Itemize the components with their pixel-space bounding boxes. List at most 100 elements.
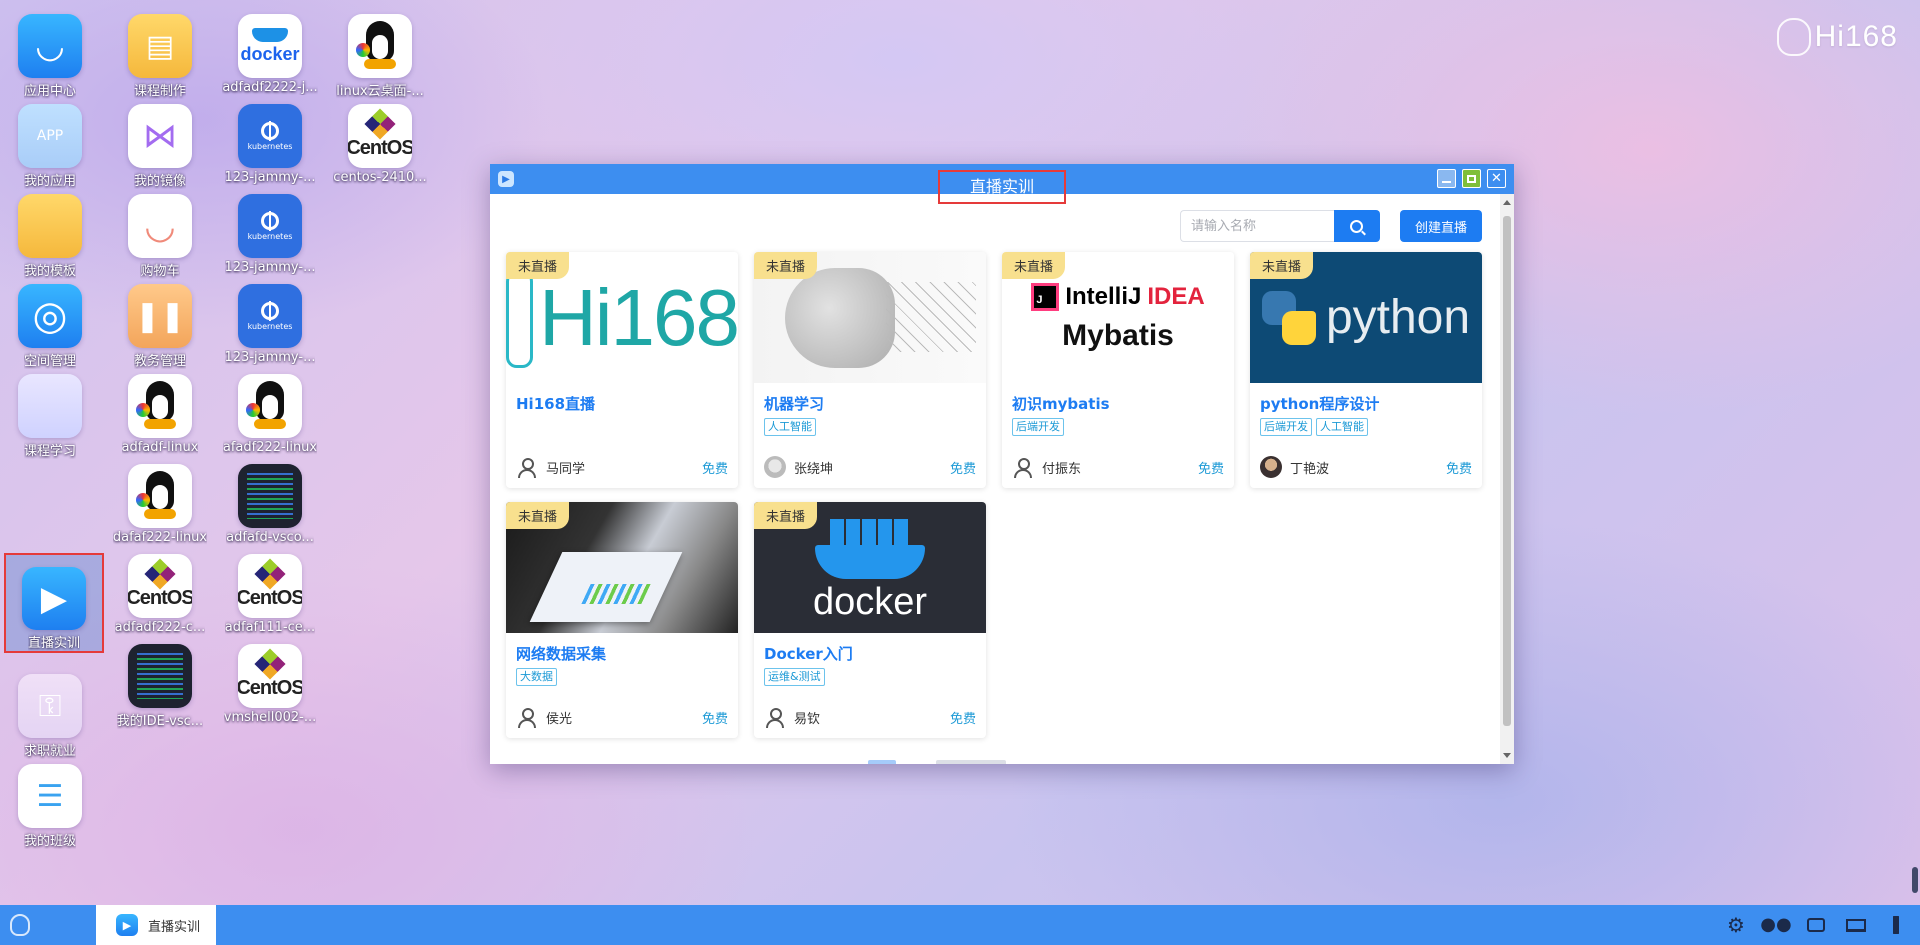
monitor-icon[interactable] <box>1844 913 1868 937</box>
scrollbar-thumb[interactable] <box>1503 216 1511 726</box>
desktop-icon-vm-vmshell002[interactable]: CentOS vmshell002-... <box>220 630 320 730</box>
desktop-icon-job-search[interactable]: ⚿ 求职就业 <box>0 660 100 760</box>
user-avatar-icon <box>1012 456 1034 478</box>
desktop-icon-vm-adfadf-linux[interactable]: adfadf-linux <box>110 360 210 460</box>
desktop-icon-live-training[interactable]: ▶ 直播实训 <box>4 553 104 653</box>
course-card[interactable]: 未直播 J IntelliJ IDEA Mybatis 初识mybatis 后端… <box>1002 252 1234 488</box>
course-tags: 大数据 <box>516 668 738 686</box>
course-card[interactable]: 未直播 机器学习 人工智能 张绕坤 免费 <box>754 252 986 488</box>
pagination-current[interactable] <box>868 760 896 764</box>
desktop-icon-vm-123-jammy-2[interactable]: kubernetes 123-jammy-... <box>220 180 320 280</box>
course-card[interactable]: 未直播 网络数据采集 大数据 侯光 免费 <box>506 502 738 738</box>
course-title[interactable]: Docker入门 <box>764 643 986 664</box>
teacher-info: 丁艳波 <box>1260 456 1329 478</box>
scroll-down-icon[interactable] <box>1503 753 1511 758</box>
course-cover-image: 未直播 J IntelliJ IDEA Mybatis <box>1002 252 1234 383</box>
desktop-icon-course-making[interactable]: ▤ 课程制作 <box>110 0 210 100</box>
course-footer: 马同学 免费 <box>516 456 728 478</box>
desktop-icon-app-center[interactable]: ◡ 应用中心 <box>0 0 100 100</box>
teacher-name: 马同学 <box>546 461 586 477</box>
settings-icon[interactable]: ⚙ <box>1724 913 1748 937</box>
linux-tux-icon <box>348 14 412 78</box>
teacher-name: 付振东 <box>1042 461 1082 477</box>
scroll-up-icon[interactable] <box>1503 200 1511 205</box>
course-title[interactable]: 网络数据采集 <box>516 643 738 664</box>
chat-icon[interactable] <box>1804 913 1828 937</box>
desktop-icon-label: vmshell002-... <box>223 710 317 725</box>
desktop-icon-vm-adfadf2222-j[interactable]: docker adfadf2222-j... <box>220 0 320 100</box>
course-tags: 人工智能 <box>764 418 986 436</box>
desktop-icon-label: 我的班级 <box>23 834 76 849</box>
course-grid: 未直播 Hi168 Hi168直播 马同学 免费 未直播 机器学习 人工智能 张… <box>506 252 1500 738</box>
wechat-icon[interactable]: ●● <box>1760 913 1791 937</box>
teacher-avatar <box>764 456 786 478</box>
desktop-icon-my-class[interactable]: ☰ 我的班级 <box>0 750 100 850</box>
desktop-icon-vm-123-jammy-3[interactable]: kubernetes 123-jammy-... <box>220 270 320 370</box>
taskbar: ▶ 直播实训 ⚙ ●● <box>0 905 1920 945</box>
desktop-icon-vm-centos-2410[interactable]: CentOS centos-2410... <box>330 90 430 190</box>
course-price: 免费 <box>949 711 976 727</box>
desktop-icon-vm-dafaf222-linux[interactable]: dafaf222-linux <box>110 450 210 550</box>
live-play-icon: ▶ <box>498 171 514 187</box>
centos-icon: CentOS <box>238 554 302 618</box>
desktop-icon-vm-adfafd-vscode[interactable]: adfafd-vsco... <box>220 450 320 550</box>
minimize-button[interactable] <box>1437 169 1456 188</box>
maximize-button[interactable] <box>1462 169 1481 188</box>
course-price: 免费 <box>949 461 976 477</box>
course-card[interactable]: 未直播 Hi168 Hi168直播 马同学 免费 <box>506 252 738 488</box>
course-card[interactable]: 未直播 docker Docker入门 运维&测试 易钦 免费 <box>754 502 986 738</box>
desktop-icon-vm-adfadf222-centos[interactable]: CentOS adfadf222-c... <box>110 540 210 640</box>
desktop-icon-my-mirror[interactable]: ⋈ 我的镜像 <box>110 90 210 190</box>
scroll-handle-icon[interactable] <box>1884 913 1908 937</box>
desktop-icon-vm-linux-cloud-desktop[interactable]: linux云桌面-... <box>330 0 430 100</box>
vertical-scrollbar[interactable] <box>1500 194 1514 764</box>
desktop-icon-course-study[interactable]: 课程学习 <box>0 360 100 460</box>
system-tray: ⚙ ●● <box>1724 913 1920 937</box>
teacher-info: 张绕坤 <box>764 456 833 478</box>
course-title[interactable]: Hi168直播 <box>516 393 738 414</box>
course-price: 免费 <box>1197 461 1224 477</box>
desktop-icon-vm-adfaf111-centos[interactable]: CentOS adfaf111-ce... <box>220 540 320 640</box>
close-button[interactable]: ✕ <box>1487 169 1506 188</box>
code-editor-icon <box>238 464 302 528</box>
teacher-name: 丁艳波 <box>1290 461 1330 477</box>
teacher-avatar <box>1260 456 1282 478</box>
window-titlebar[interactable]: ▶ 直播实训 ✕ <box>490 164 1514 204</box>
hi168-mascot-icon <box>506 267 533 368</box>
desktop-icon-academic[interactable]: ❚❚ 教务管理 <box>110 270 210 370</box>
live-play-icon: ▶ <box>116 914 138 936</box>
academic-icon: ❚❚ <box>128 284 192 348</box>
status-badge: 未直播 <box>506 252 570 279</box>
live-training-window: ▶ 直播实训 ✕ 创建直播 未直播 Hi168 <box>490 164 1514 764</box>
course-title[interactable]: python程序设计 <box>1260 393 1482 414</box>
course-cover-image: 未直播 <box>506 502 738 633</box>
course-cover-image: 未直播 docker <box>754 502 986 633</box>
create-live-button[interactable]: 创建直播 <box>1399 210 1482 242</box>
desktop-icon-my-apps[interactable]: APP 我的应用 <box>0 90 100 190</box>
toolbar: 创建直播 <box>506 210 1500 242</box>
course-title[interactable]: 机器学习 <box>764 393 986 414</box>
desktop-icon-label: 我的IDE-vsc... <box>116 714 204 729</box>
pagination-size-select[interactable] <box>936 760 1006 764</box>
desktop-icon-label: 课程学习 <box>23 444 76 459</box>
desktop-icon-vm-123-jammy-1[interactable]: kubernetes 123-jammy-... <box>220 90 320 190</box>
linux-tux-icon <box>128 464 192 528</box>
kubernetes-icon: kubernetes <box>238 194 302 258</box>
course-card[interactable]: 未直播 python python程序设计 后端开发 人工智能 丁艳波 免费 <box>1250 252 1482 488</box>
desktop-icon-space-manage[interactable]: ◎ 空间管理 <box>0 270 100 370</box>
pagination[interactable] <box>868 760 1006 764</box>
scroll-handle-icon[interactable] <box>1912 867 1918 893</box>
desktop-icon-cart[interactable]: ◡ 购物车 <box>110 180 210 280</box>
status-badge: 未直播 <box>1002 252 1066 279</box>
desktop-icon-label: centos-2410... <box>333 170 427 185</box>
desktop-icon-vm-afadf222-linux[interactable]: afadf222-linux <box>220 360 320 460</box>
search-input[interactable] <box>1179 210 1334 242</box>
course-title[interactable]: 初识mybatis <box>1012 393 1234 414</box>
desktop-icon-my-templates[interactable]: 我的模板 <box>0 180 100 280</box>
desktop-icon-label: 直播实训 <box>27 636 80 651</box>
desktop-icon-my-ide-vscode[interactable]: 我的IDE-vsc... <box>110 630 210 730</box>
taskbar-item-live-training[interactable]: ▶ 直播实训 <box>96 905 216 945</box>
app-store-icon: ◡ <box>18 14 82 78</box>
start-button[interactable] <box>0 905 40 945</box>
search-button[interactable] <box>1333 210 1380 242</box>
